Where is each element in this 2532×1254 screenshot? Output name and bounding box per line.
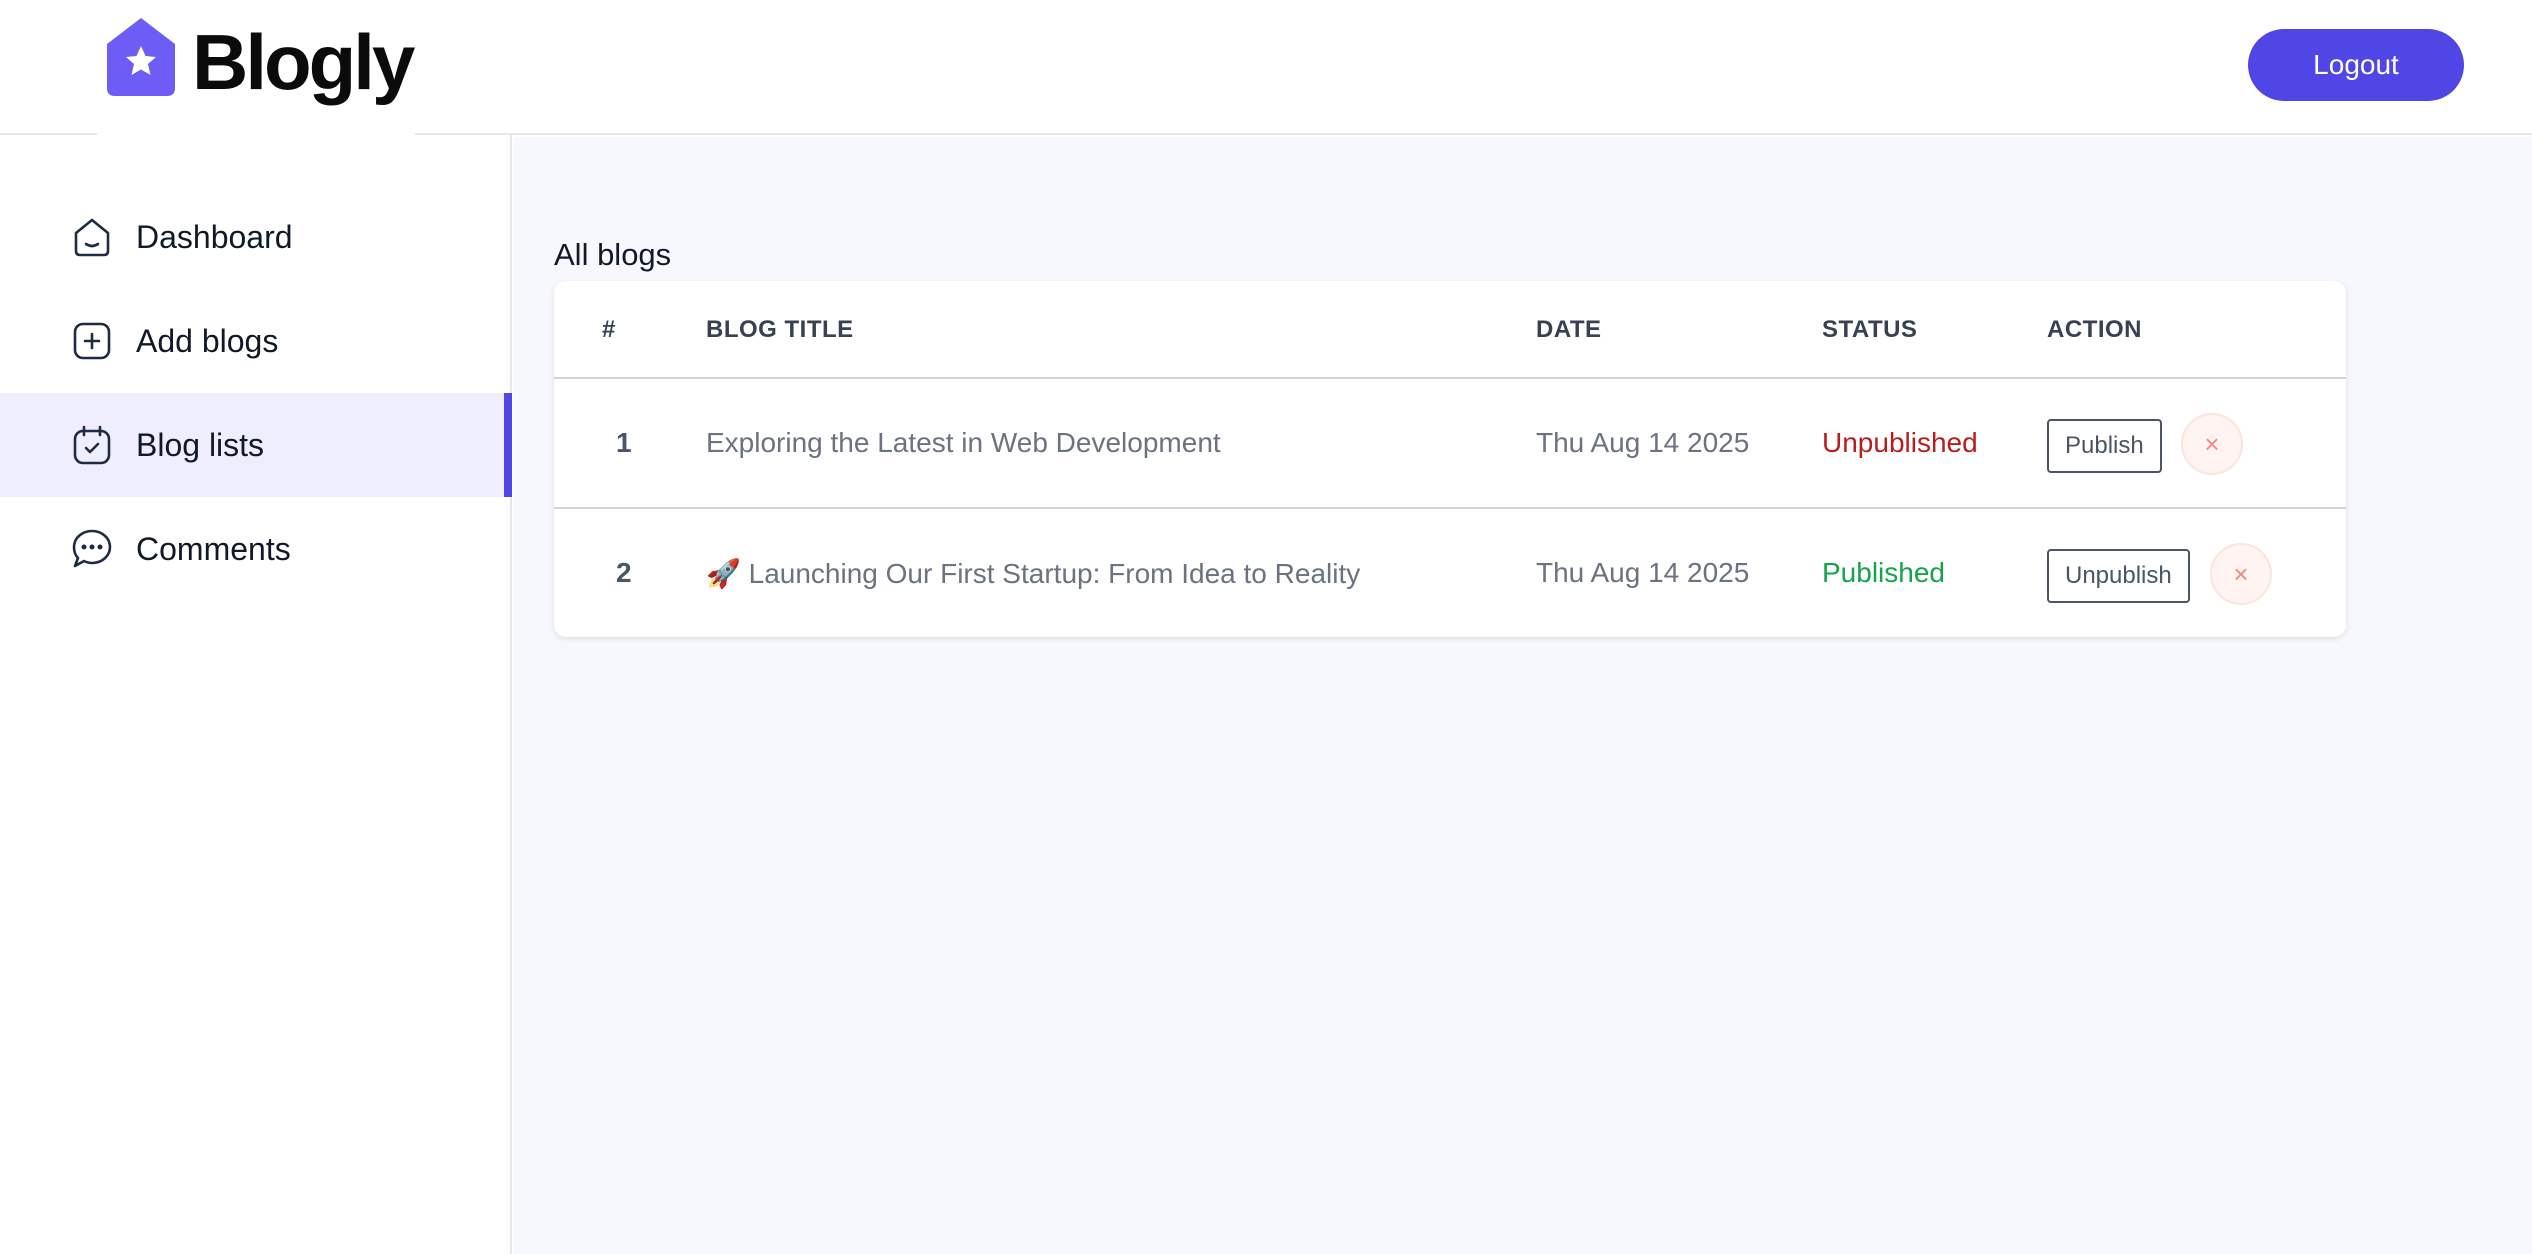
sidebar-item-dashboard[interactable]: Dashboard — [0, 185, 512, 289]
column-header-title: BLOG TITLE — [706, 316, 854, 343]
row-index: 1 — [616, 427, 632, 458]
brand-name[interactable]: Blogly — [192, 14, 415, 110]
row-index: 2 — [616, 557, 632, 588]
delete-button[interactable]: × — [2181, 413, 2243, 475]
column-header-action: ACTION — [2047, 316, 2142, 343]
table-header: # BLOG TITLE DATE STATUS ACTION — [554, 281, 2346, 379]
status-badge: Unpublished — [1822, 427, 1978, 458]
sidebar-item-add-blogs[interactable]: Add blogs — [0, 289, 512, 393]
sidebar-item-label: Comments — [136, 530, 291, 567]
sidebar-item-label: Dashboard — [136, 218, 293, 255]
calendar-check-icon — [73, 425, 111, 465]
close-icon: × — [2204, 428, 2220, 459]
logout-button[interactable]: Logout — [2248, 29, 2464, 101]
logo-star-house-icon — [107, 18, 175, 96]
sidebar-item-blog-lists[interactable]: Blog lists — [0, 393, 512, 497]
row-date: Thu Aug 14 2025 — [1536, 427, 1750, 458]
sidebar-item-label: Add blogs — [136, 322, 279, 359]
sidebar-item-comments[interactable]: Comments — [0, 497, 512, 601]
row-blog-title: Exploring the Latest in Web Development — [706, 427, 1221, 458]
top-header: Blogly Logout — [0, 0, 2532, 168]
column-header-date: DATE — [1536, 316, 1602, 343]
home-icon — [74, 218, 110, 257]
status-badge: Published — [1822, 557, 1945, 588]
column-header-index: # — [602, 316, 616, 343]
table-row: 1 Exploring the Latest in Web Developmen… — [554, 379, 2346, 509]
sidebar-item-label: Blog lists — [136, 426, 265, 463]
main-content: All blogs # BLOG TITLE DATE STATUS ACTIO… — [514, 137, 2532, 1254]
row-date: Thu Aug 14 2025 — [1536, 557, 1750, 588]
column-header-status: STATUS — [1822, 316, 1918, 343]
delete-button[interactable]: × — [2210, 543, 2272, 605]
publish-button[interactable]: Publish — [2047, 419, 2162, 473]
table-row: 2 🚀 Launching Our First Startup: From Id… — [554, 509, 2346, 639]
sidebar: Dashboard Add blogs Blog lists Comments — [0, 135, 512, 1254]
close-icon: × — [2233, 558, 2249, 589]
row-blog-title: 🚀 Launching Our First Startup: From Idea… — [706, 558, 1361, 589]
blogs-table: # BLOG TITLE DATE STATUS ACTION 1 Explor… — [554, 281, 2346, 637]
chat-bubble-icon — [72, 529, 112, 568]
unpublish-button[interactable]: Unpublish — [2047, 549, 2190, 603]
add-square-icon — [73, 322, 111, 360]
page-title: All blogs — [554, 237, 672, 272]
